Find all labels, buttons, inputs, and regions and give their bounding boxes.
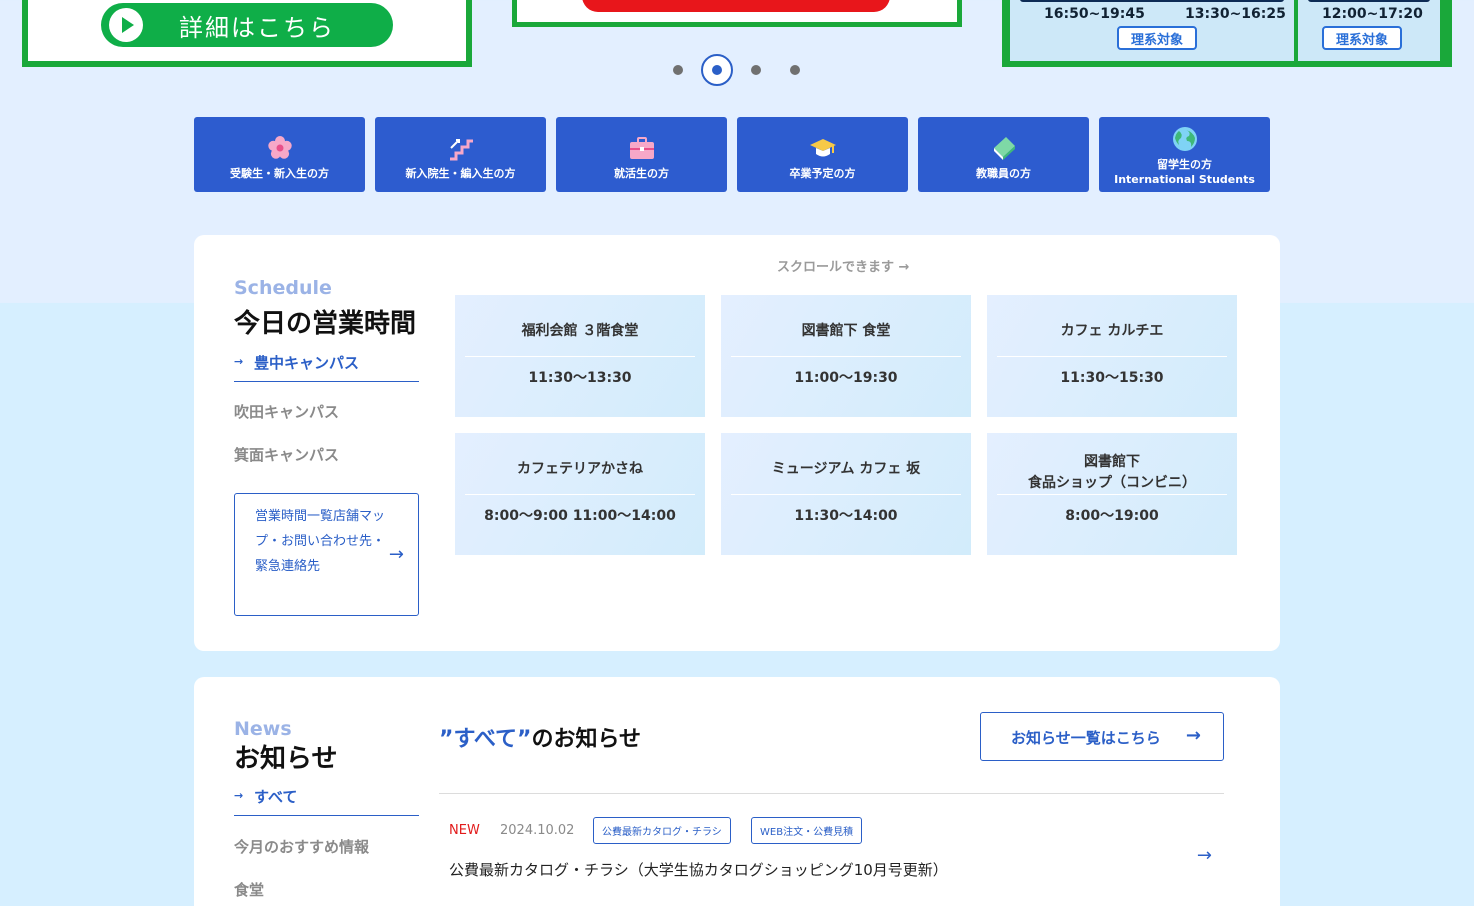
banner-left[interactable]: 詳細はこちら <box>22 0 472 67</box>
carousel-pagination <box>667 54 807 86</box>
shop-card[interactable]: 図書館下 食品ショップ（コンビニ） 8:00〜19:00 <box>987 433 1237 555</box>
audience-button-grad-transfer[interactable]: 新入院生・編入生の方 <box>375 117 546 192</box>
audience-label-applicants: 受験生・新入生の方 <box>230 167 329 180</box>
shop-card[interactable]: ミュージアム カフェ 坂 11:30〜14:00 <box>721 433 971 555</box>
shop-hours: 11:00〜19:30 <box>794 370 898 386</box>
schedule-section-en: Schedule <box>234 277 332 299</box>
news-divider <box>439 793 1224 794</box>
globe-icon <box>1171 125 1199 153</box>
play-icon <box>109 8 143 42</box>
audience-button-graduating[interactable]: 卒業予定の方 <box>737 117 908 192</box>
news-heading: ”すべて”のお知らせ <box>439 721 641 753</box>
audience-label-job-hunting: 就活生の方 <box>614 167 669 180</box>
banner-tag-1: 理系対象 <box>1117 26 1197 50</box>
audience-label-faculty: 教職員の方 <box>976 167 1031 180</box>
banner-middle[interactable] <box>512 0 962 27</box>
audience-button-international[interactable]: 留学生の方 International Students <box>1099 117 1270 192</box>
shop-hours: 8:00〜9:00 11:00〜14:00 <box>484 508 676 524</box>
news-heading-suffix: のお知らせ <box>531 727 642 752</box>
news-new-badge: NEW <box>449 823 480 838</box>
carousel-dot-3[interactable] <box>751 65 761 75</box>
audience-button-applicants[interactable]: 受験生・新入生の方 <box>194 117 365 192</box>
campus-tab-label: 豊中キャンパス <box>254 354 360 372</box>
banner-right-panel-1: 16:50~19:45 13:30~16:25 理系対象 <box>1010 0 1294 61</box>
audience-nav: 受験生・新入生の方 新入院生・編入生の方 就活生の方 卒業予定の方 教職員の方 … <box>194 117 1270 192</box>
campus-tab-minoh[interactable]: 箕面キャンパス <box>234 444 339 465</box>
banner-right[interactable]: 16:50~19:45 13:30~16:25 理系対象 12:00~17:20… <box>1002 0 1452 67</box>
news-tag[interactable]: 公費最新カタログ・チラシ <box>593 817 731 844</box>
shop-name: 福利会館 ３階食堂 <box>465 295 695 357</box>
carousel-dot-1[interactable] <box>673 65 683 75</box>
campus-tab-toyonaka[interactable]: → 豊中キャンパス <box>234 352 419 382</box>
shop-hours: 11:30〜14:00 <box>794 508 898 524</box>
graduation-cap-icon <box>809 134 837 162</box>
news-category-cafeteria[interactable]: 食堂 <box>234 879 264 900</box>
audience-label-grad-transfer: 新入院生・編入生の方 <box>405 167 516 180</box>
audience-label-international: 留学生の方 <box>1157 158 1212 171</box>
audience-label-graduating: 卒業予定の方 <box>789 167 856 180</box>
banner-detail-button[interactable]: 詳細はこちら <box>101 3 393 47</box>
briefcase-icon <box>628 134 656 162</box>
arrow-right-icon: → <box>234 355 244 368</box>
news-category-recommend[interactable]: 今月のおすすめ情報 <box>234 836 369 857</box>
shop-hours-grid: 福利会館 ３階食堂 11:30〜13:30 図書館下 食堂 11:00〜19:3… <box>455 295 1237 555</box>
shop-card[interactable]: カフェ カルチエ 11:30〜15:30 <box>987 295 1237 417</box>
shop-card[interactable]: カフェテリアかさね 8:00〜9:00 11:00〜14:00 <box>455 433 705 555</box>
shop-hours: 11:30〜15:30 <box>1060 370 1164 386</box>
sakura-icon <box>266 134 294 162</box>
campus-tab-suita[interactable]: 吹田キャンパス <box>234 401 339 422</box>
shop-name: カフェテリアかさね <box>465 433 695 495</box>
news-heading-quote: ”すべて” <box>439 727 532 752</box>
news-tag[interactable]: WEB注文・公費見積 <box>751 817 863 844</box>
news-list-button-label: お知らせ一覧はこちら <box>1011 729 1161 747</box>
arrow-right-icon: → <box>1196 845 1212 866</box>
shop-card[interactable]: 福利会館 ３階食堂 11:30〜13:30 <box>455 295 705 417</box>
shop-card[interactable]: 図書館下 食堂 11:00〜19:30 <box>721 295 971 417</box>
banner-detail-label: 詳細はこちら <box>179 13 335 42</box>
book-icon <box>990 134 1018 162</box>
banner-tag-2: 理系対象 <box>1322 26 1402 50</box>
hours-list-link[interactable]: 営業時間一覧店舗マップ・お問い合わせ先・緊急連絡先 → <box>234 493 419 616</box>
stairs-icon <box>447 134 475 162</box>
schedule-section-title: 今日の営業時間 <box>234 309 417 339</box>
shop-name: 図書館下 食堂 <box>731 295 961 357</box>
shop-name: ミュージアム カフェ 坂 <box>731 433 961 495</box>
audience-button-job-hunting[interactable]: 就活生の方 <box>556 117 727 192</box>
arrow-right-icon: → <box>388 544 404 565</box>
shop-hours: 11:30〜13:30 <box>528 370 632 386</box>
news-item[interactable]: NEW 2024.10.02 公費最新カタログ・チラシ WEB注文・公費見積 公… <box>449 817 1224 887</box>
audience-label-international-en: International Students <box>1114 173 1255 186</box>
banner-right-panel-2: 12:00~17:20 理系対象 <box>1298 0 1440 61</box>
news-section-en: News <box>234 718 292 740</box>
shop-name: 図書館下 食品ショップ（コンビニ） <box>997 433 1227 495</box>
carousel-dot-2[interactable] <box>701 54 733 86</box>
news-category-all[interactable]: → すべて <box>234 786 419 816</box>
shop-hours: 8:00〜19:00 <box>1065 508 1159 524</box>
banner-time-2: 13:30~16:25 <box>1185 6 1286 22</box>
schedule-card: Schedule 今日の営業時間 → 豊中キャンパス 吹田キャンパス 箕面キャン… <box>194 235 1280 651</box>
scroll-hint: スクロールできます → <box>777 260 910 275</box>
banner-red-button[interactable] <box>582 0 890 12</box>
banner-time-3: 12:00~17:20 <box>1322 6 1423 22</box>
news-card: News お知らせ → すべて 今月のおすすめ情報 食堂 ”すべて”のお知らせ … <box>194 677 1280 906</box>
news-list-button[interactable]: お知らせ一覧はこちら → <box>980 712 1224 761</box>
news-section-title: お知らせ <box>234 744 338 774</box>
audience-button-faculty[interactable]: 教職員の方 <box>918 117 1089 192</box>
shop-name: カフェ カルチエ <box>997 295 1227 357</box>
banner-time-1: 16:50~19:45 <box>1044 6 1145 22</box>
arrow-right-icon: → <box>1185 725 1201 746</box>
arrow-right-icon: → <box>234 789 244 802</box>
news-title: 公費最新カタログ・チラシ（大学生協カタログショッピング10月号更新） <box>449 861 948 879</box>
hours-list-link-label: 営業時間一覧店舗マップ・お問い合わせ先・緊急連絡先 <box>255 509 386 574</box>
carousel-dot-4[interactable] <box>790 65 800 75</box>
news-date: 2024.10.02 <box>500 823 575 838</box>
news-category-label: すべて <box>254 788 298 806</box>
